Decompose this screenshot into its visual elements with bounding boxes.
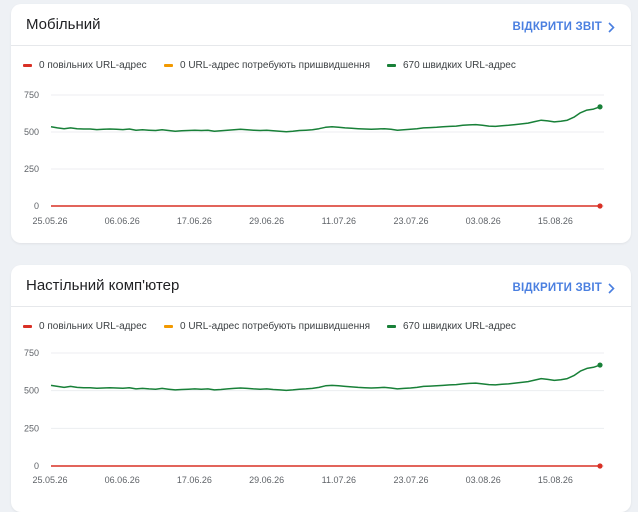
x-tick-label: 11.07.26 (322, 475, 356, 485)
x-tick-label: 03.08.26 (466, 216, 501, 226)
desktop-card: Настільний комп'ютер ВІДКРИТИ ЗВІТ 0 пов… (11, 265, 631, 512)
mobile-card: Мобільний ВІДКРИТИ ЗВІТ 0 повільних URL-… (11, 4, 631, 243)
x-tick-label: 17.06.26 (177, 216, 212, 226)
y-tick-label: 750 (24, 348, 39, 358)
x-tick-label: 17.06.26 (177, 475, 212, 485)
x-tick-label: 29.06.26 (249, 216, 284, 226)
x-tick-label: 25.05.26 (32, 475, 67, 485)
x-tick-label: 06.06.26 (105, 216, 140, 226)
series-line-fast (50, 364, 601, 392)
performance-chart: 0 250 500 750 25.05.26 06.06.26 17.06.26 29.06.… (24, 348, 604, 485)
x-tick-label: 03.08.26 (466, 475, 501, 485)
x-tick-label: 25.05.26 (32, 216, 67, 226)
x-tick-label: 23.07.26 (393, 216, 428, 226)
x-tick-label: 29.06.26 (249, 475, 284, 485)
series-endpoint-slow (597, 203, 603, 209)
y-tick-label: 500 (24, 127, 39, 137)
y-tick-label: 0 (34, 461, 39, 471)
x-tick-label: 15.08.26 (538, 475, 573, 485)
y-tick-label: 250 (24, 164, 39, 174)
series-endpoint-fast (597, 104, 603, 110)
series-endpoint-fast (597, 362, 603, 368)
series-endpoint-slow (597, 463, 603, 469)
x-tick-label: 15.08.26 (538, 216, 573, 226)
y-tick-label: 500 (24, 386, 39, 396)
x-tick-label: 11.07.26 (322, 216, 356, 226)
x-tick-label: 06.06.26 (105, 475, 140, 485)
y-tick-label: 750 (24, 90, 39, 100)
y-tick-label: 0 (34, 201, 39, 211)
series-line-fast (50, 106, 601, 133)
performance-chart: 0 250 500 750 25.05.26 06.06.26 17.06.26 29.06.… (24, 90, 604, 226)
x-tick-label: 23.07.26 (393, 475, 428, 485)
y-tick-label: 250 (24, 423, 39, 433)
